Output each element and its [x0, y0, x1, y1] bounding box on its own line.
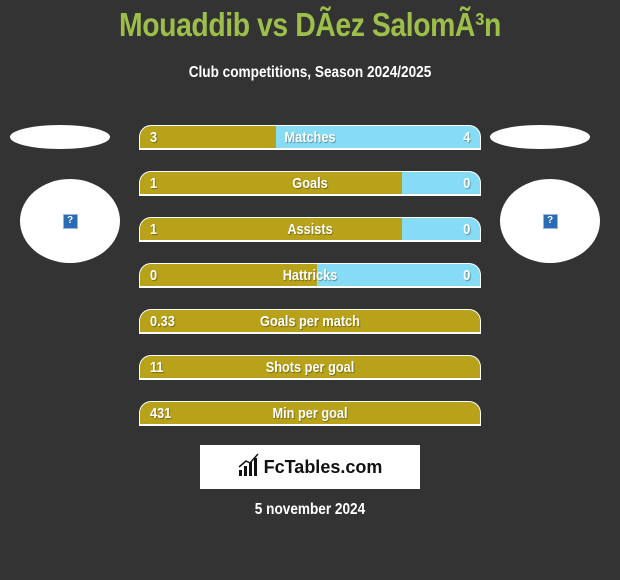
right-player-logo: ? [500, 179, 600, 263]
stat-row-goals-per-match: 0.33 Goals per match [139, 309, 481, 334]
broken-image-icon: ? [542, 213, 558, 229]
stat-label: Goals per match [260, 312, 360, 330]
left-value: 1 [150, 174, 158, 192]
left-value: 1 [150, 220, 158, 238]
stat-label: Shots per goal [265, 358, 355, 376]
left-value: 0 [150, 266, 158, 284]
stat-label: Matches [284, 128, 336, 146]
stat-label: Min per goal [272, 404, 348, 422]
left-value: 3 [150, 128, 158, 146]
stat-label: Goals [292, 174, 328, 192]
right-value: 4 [462, 128, 470, 146]
competition-subtitle: Club competitions, Season 2024/2025 [188, 64, 432, 81]
stat-row-shots-per-goal: 11 Shots per goal [139, 355, 481, 380]
bar-chart-icon [238, 453, 260, 482]
right-value: 0 [462, 174, 470, 192]
report-date: 5 november 2024 [254, 501, 366, 518]
stat-label: Assists [287, 220, 333, 238]
stat-row-matches: 3 Matches 4 [139, 125, 481, 150]
brand-name: FcTables.com [263, 456, 383, 477]
left-value: 11 [150, 358, 164, 376]
right-value: 0 [462, 220, 470, 238]
stat-row-hattricks: 0 Hattricks 0 [139, 263, 481, 288]
page-title: Mouaddib vs DÃez SalomÃ³n [119, 6, 501, 43]
stat-row-goals: 1 Goals 0 [139, 171, 481, 196]
left-player-logo: ? [20, 179, 120, 263]
stat-label: Hattricks [282, 266, 338, 284]
stat-row-assists: 1 Assists 0 [139, 217, 481, 242]
broken-image-icon: ? [62, 213, 78, 229]
right-value: 0 [462, 266, 470, 284]
right-player-name-placeholder [490, 125, 590, 149]
stat-row-min-per-goal: 431 Min per goal [139, 401, 481, 426]
fctables-brand-link[interactable]: FcTables.com [200, 445, 420, 489]
left-player-name-placeholder [10, 125, 110, 149]
